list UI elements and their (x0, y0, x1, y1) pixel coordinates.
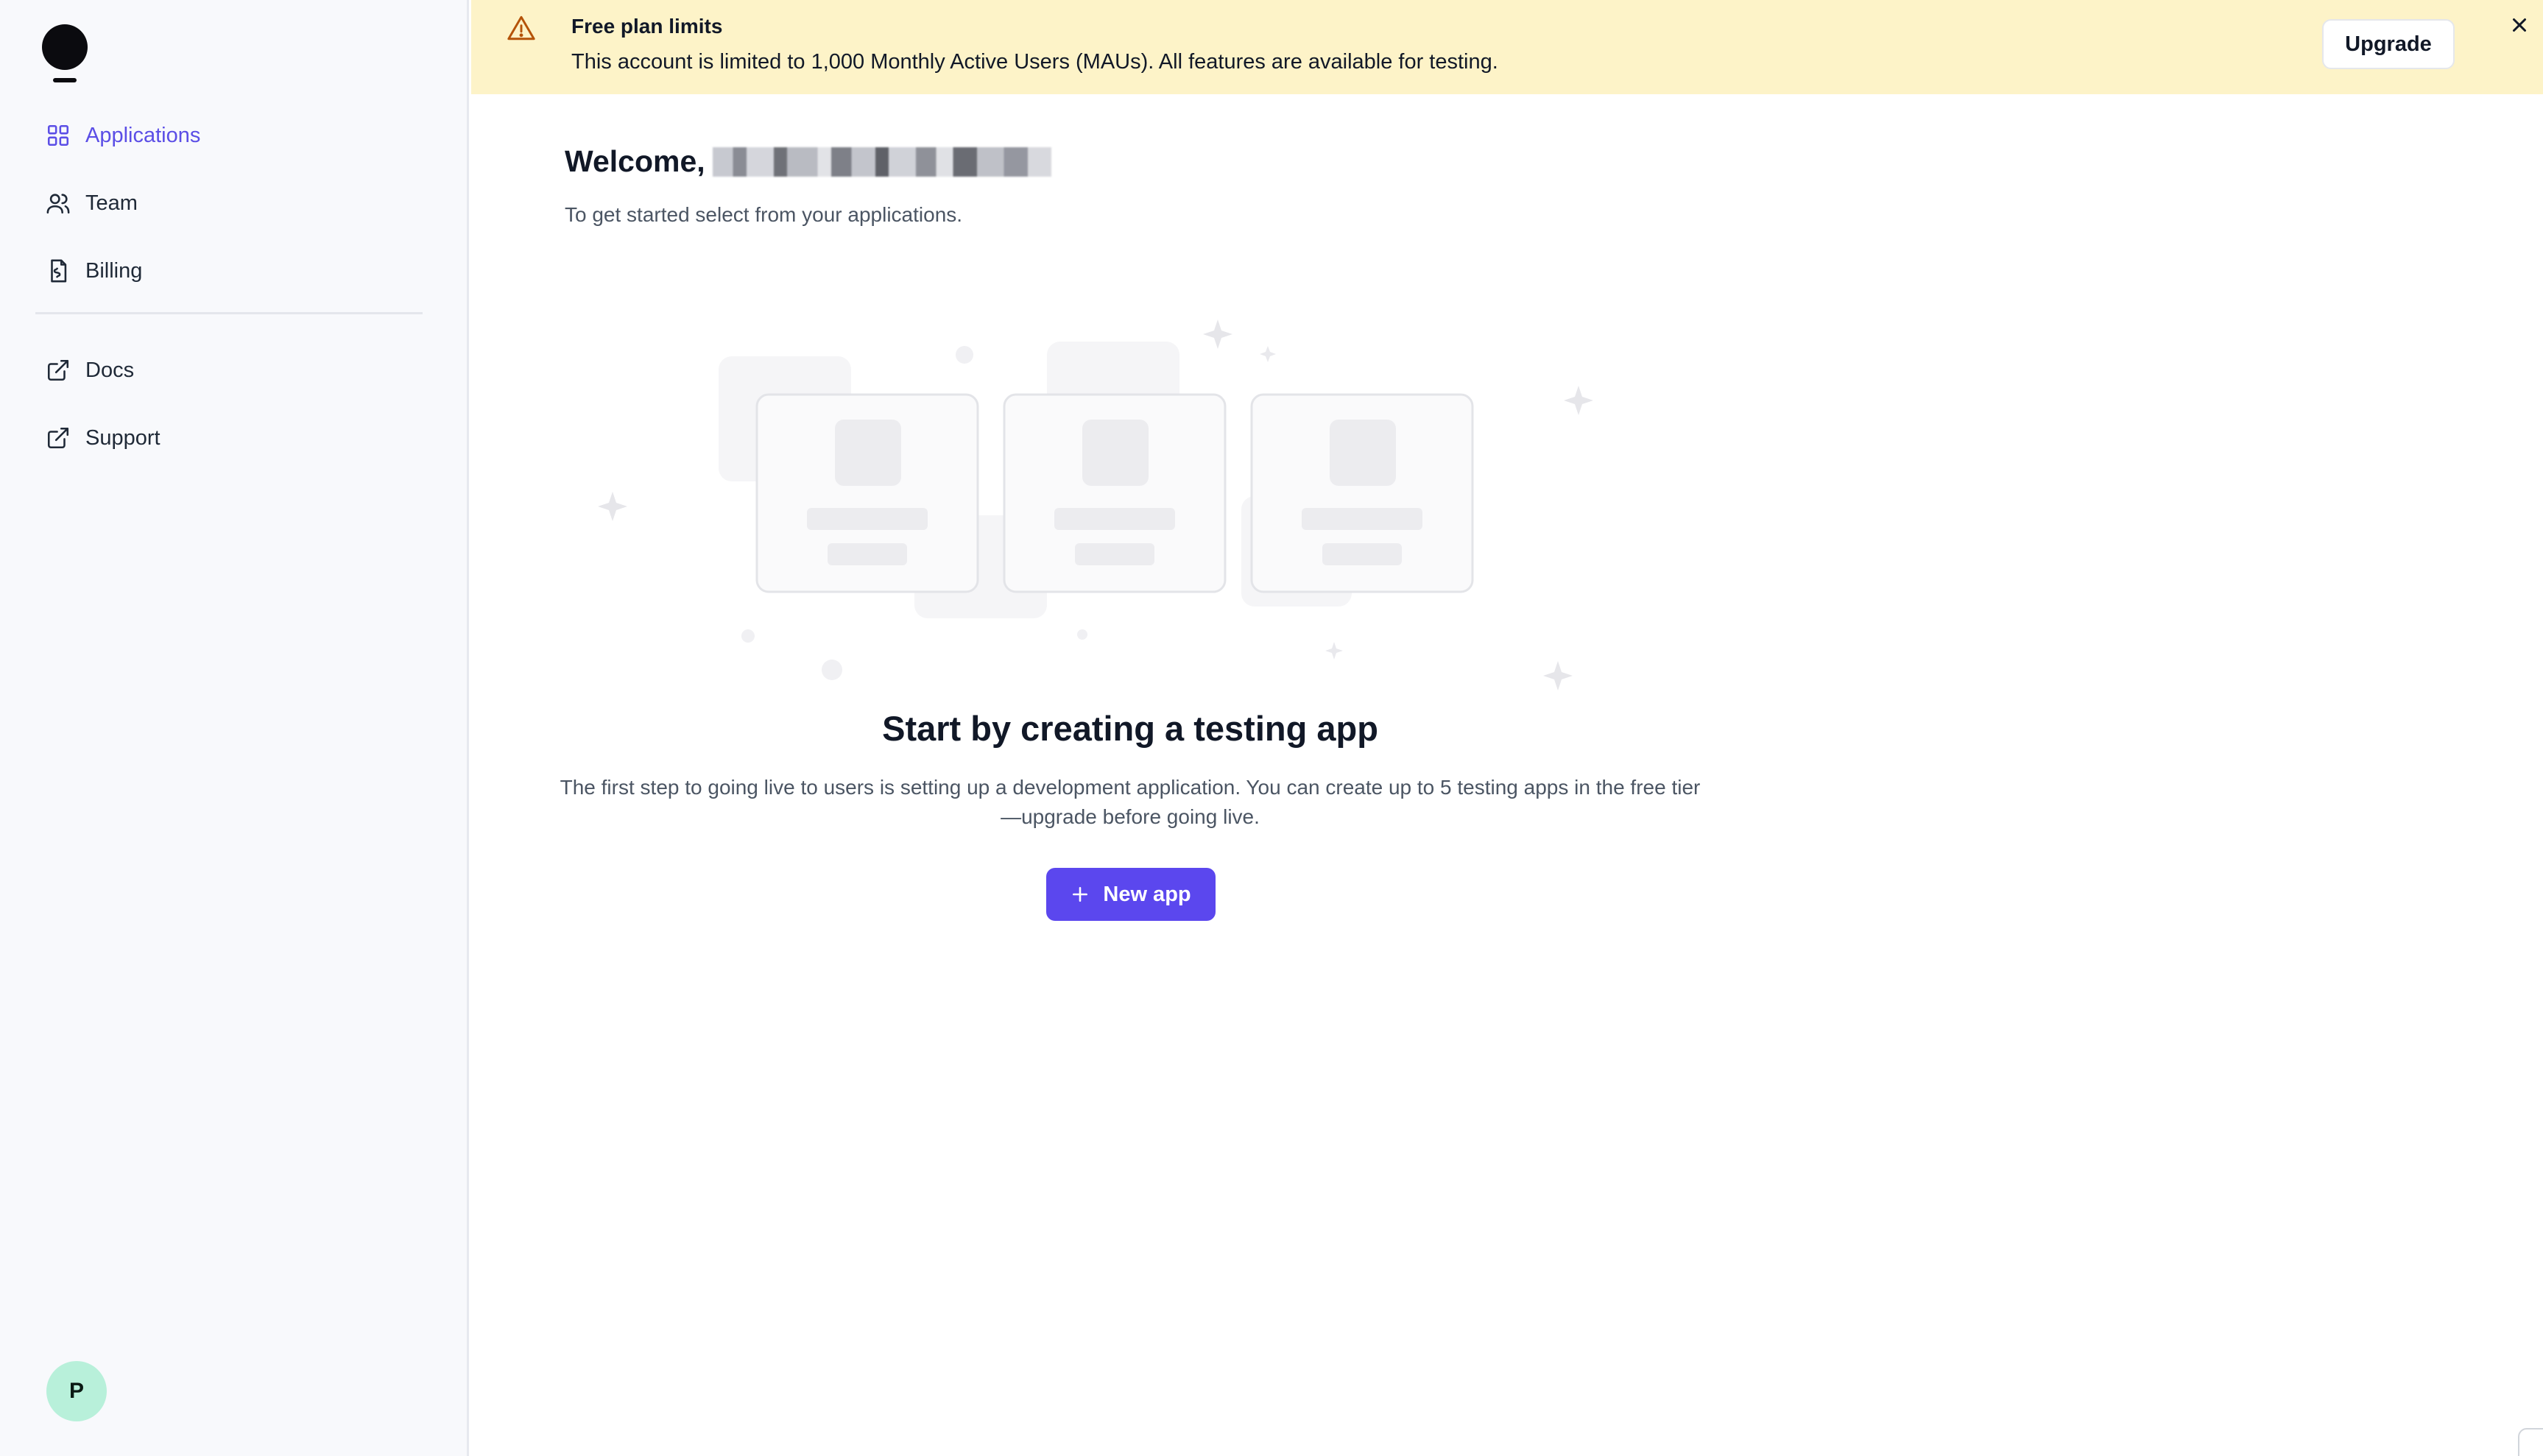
sidebar-item-label: Team (85, 191, 138, 215)
close-icon[interactable] (2506, 12, 2533, 38)
sidebar-item-applications[interactable]: Applications (35, 109, 426, 162)
sidebar-divider (35, 312, 423, 314)
external-link-icon (46, 425, 71, 450)
page-title: Welcome, (565, 144, 1051, 179)
sidebar-item-label: Support (85, 425, 161, 450)
sidebar: Applications Team Billing Docs Support P (0, 0, 469, 1456)
upgrade-button[interactable]: Upgrade (2322, 19, 2455, 69)
empty-state-description: The first step to going live to users is… (560, 776, 1701, 828)
sidebar-item-label: Docs (85, 358, 135, 382)
sidebar-item-label: Billing (85, 258, 143, 283)
free-plan-banner: Free plan limits This account is limited… (471, 0, 2543, 94)
external-link-icon (46, 358, 71, 383)
app-root: Applications Team Billing Docs Support P… (0, 0, 2543, 1456)
sidebar-item-label: Applications (85, 123, 201, 147)
banner-title: Free plan limits (571, 15, 723, 38)
empty-state-title: Start by creating a testing app (882, 709, 1378, 748)
banner-text: This account is limited to 1,000 Monthly… (571, 50, 1498, 74)
new-app-button[interactable]: New app (1046, 868, 1216, 921)
users-icon (46, 191, 71, 216)
plus-icon (1071, 885, 1090, 904)
grid-icon (46, 123, 71, 148)
sidebar-item-support[interactable]: Support (35, 411, 426, 464)
new-app-label: New app (1103, 882, 1191, 906)
sidebar-nav: Applications Team Billing Docs Support (35, 109, 426, 479)
sidebar-item-billing[interactable]: Billing (35, 244, 426, 297)
welcome-text: Welcome, (565, 144, 705, 178)
sidebar-item-team[interactable]: Team (35, 177, 426, 230)
sidebar-item-docs[interactable]: Docs (35, 344, 426, 397)
redacted-username (712, 146, 1051, 177)
help-widget[interactable] (2518, 1428, 2543, 1456)
warning-icon (507, 15, 536, 41)
logo-icon[interactable] (41, 24, 88, 87)
page-subtitle: To get started select from your applicat… (565, 203, 963, 226)
receipt-icon (46, 258, 71, 283)
avatar[interactable]: P (46, 1361, 107, 1421)
empty-state-illustration (582, 309, 1612, 707)
